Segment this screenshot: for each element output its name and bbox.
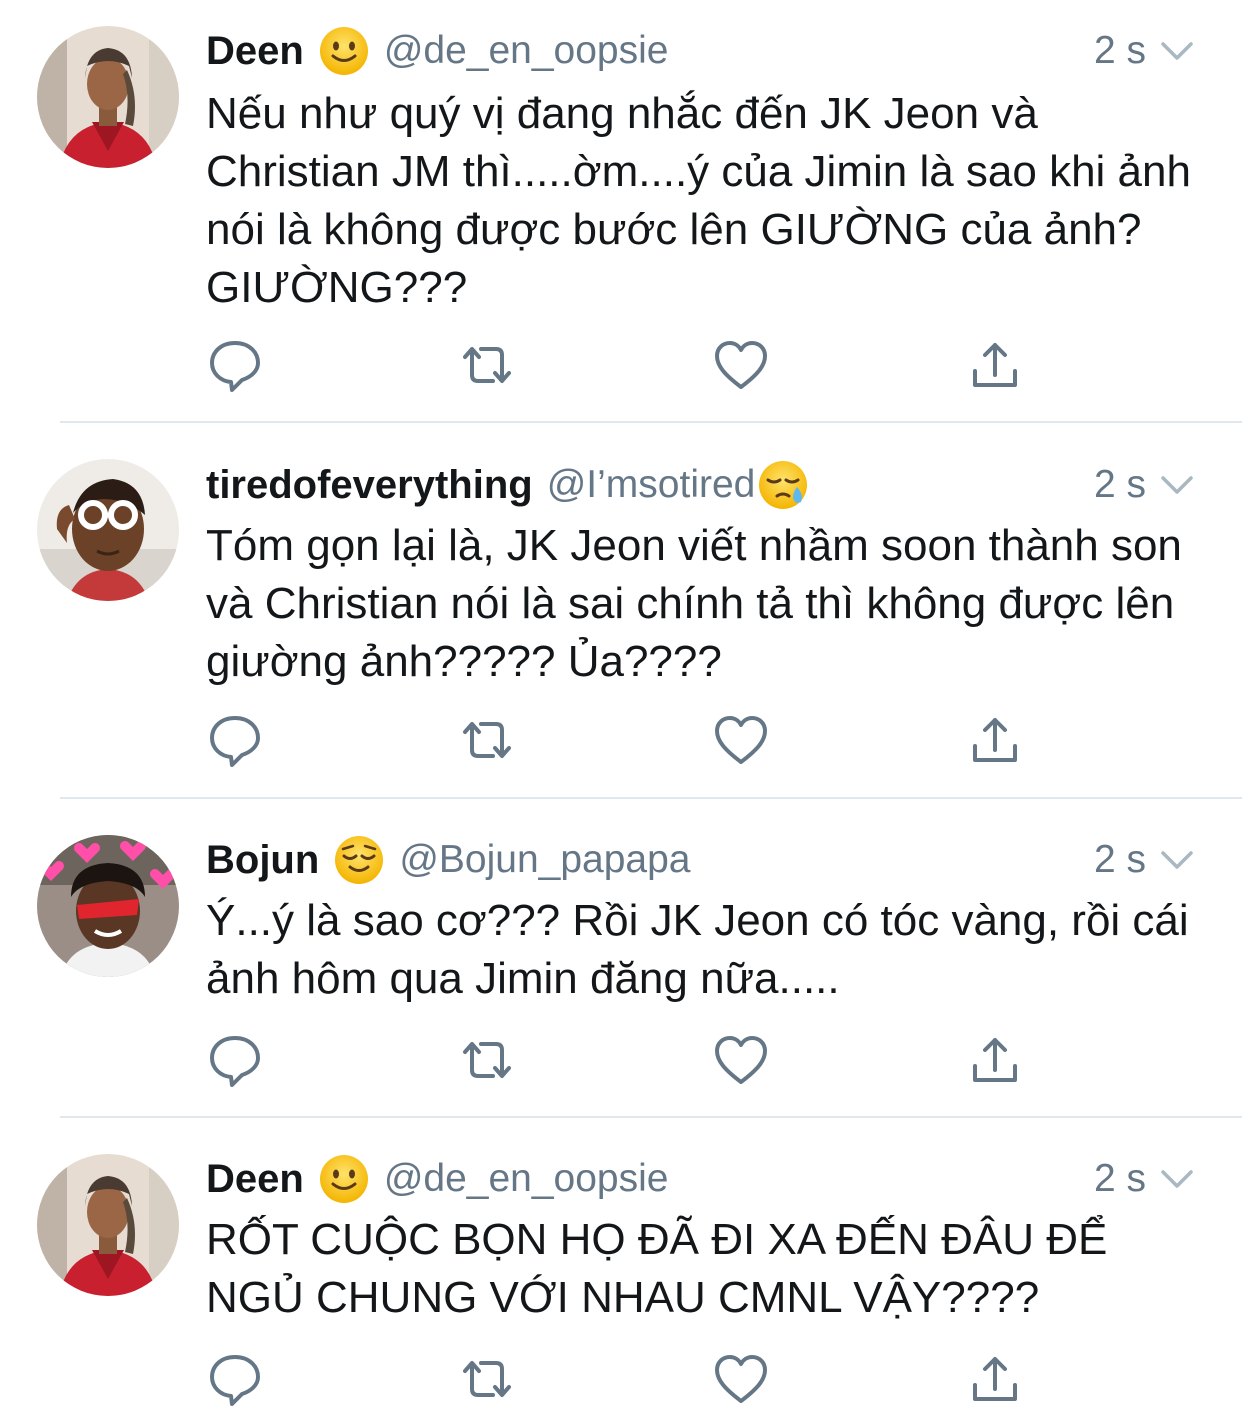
share-icon[interactable]	[965, 1030, 1025, 1090]
share-icon[interactable]	[965, 1349, 1025, 1409]
avatar[interactable]	[37, 1154, 179, 1296]
user-handle[interactable]: @de_en_oopsie	[384, 29, 669, 73]
chevron-down-icon[interactable]	[1157, 470, 1197, 500]
retweet-icon[interactable]	[457, 335, 517, 395]
retweet-icon[interactable]	[457, 1349, 517, 1409]
heart-icon[interactable]	[711, 710, 771, 770]
tweet-text: Nếu như quý vị đang nhắc đến JK Jeon và …	[206, 89, 1191, 312]
user-handle[interactable]: @Bojun_papapa	[399, 838, 690, 882]
retweet-icon[interactable]	[457, 710, 517, 770]
tweet[interactable]: Bojun @Bojun_papapa 2 s Ý...ý là sao cơ?…	[0, 799, 1242, 1118]
timestamp: 2 s	[1093, 838, 1146, 881]
display-name[interactable]: tiredofeverything	[206, 463, 533, 508]
display-name[interactable]: Bojun	[206, 838, 319, 883]
timestamp: 2 s	[1093, 1157, 1146, 1200]
heart-icon[interactable]	[711, 1030, 771, 1090]
tweet-text: Tóm gọn lại là, JK Jeon viết nhầm soon t…	[206, 521, 1182, 686]
timestamp: 2 s	[1093, 29, 1146, 72]
avatar[interactable]	[37, 835, 179, 977]
share-icon[interactable]	[965, 710, 1025, 770]
user-handle[interactable]: @I’msotired	[547, 463, 756, 507]
heart-icon[interactable]	[711, 335, 771, 395]
tweet-text: Ý...ý là sao cơ??? Rồi JK Jeon có tóc và…	[206, 896, 1189, 1003]
slightly-smiling-face-icon	[318, 1153, 370, 1205]
reply-icon[interactable]	[205, 710, 265, 770]
display-name[interactable]: Deen	[206, 29, 304, 74]
retweet-icon[interactable]	[457, 1030, 517, 1090]
tweet-actions	[0, 1349, 1242, 1409]
tweet[interactable]: Deen @de_en_oopsie 2 s Nếu như quý vị đa…	[0, 0, 1242, 423]
display-name[interactable]: Deen	[206, 1157, 304, 1202]
reply-icon[interactable]	[205, 335, 265, 395]
tweet-text: RỐT CUỘC BỌN HỌ ĐÃ ĐI XA ĐẾN ĐÂU ĐỂ NGỦ …	[206, 1215, 1108, 1322]
avatar[interactable]	[37, 26, 179, 168]
tweet-actions	[0, 710, 1242, 770]
reply-icon[interactable]	[205, 1349, 265, 1409]
sleepy-face-icon	[757, 459, 809, 511]
chevron-down-icon[interactable]	[1157, 36, 1197, 66]
reply-icon[interactable]	[205, 1030, 265, 1090]
chevron-down-icon[interactable]	[1157, 845, 1197, 875]
heart-icon[interactable]	[711, 1349, 771, 1409]
chevron-down-icon[interactable]	[1157, 1164, 1197, 1194]
timestamp: 2 s	[1093, 463, 1146, 506]
relieved-face-icon	[333, 834, 385, 886]
tweet[interactable]: Deen @de_en_oopsie 2 s RỐT CUỘC BỌN HỌ Đ…	[0, 1118, 1242, 1422]
tweet-actions	[0, 335, 1242, 395]
share-icon[interactable]	[965, 335, 1025, 395]
avatar[interactable]	[37, 459, 179, 601]
tweet-actions	[0, 1030, 1242, 1090]
slightly-smiling-face-icon	[318, 25, 370, 77]
user-handle[interactable]: @de_en_oopsie	[384, 1157, 669, 1201]
tweet[interactable]: tiredofeverything @I’msotired 2 s Tóm gọ…	[0, 423, 1242, 799]
